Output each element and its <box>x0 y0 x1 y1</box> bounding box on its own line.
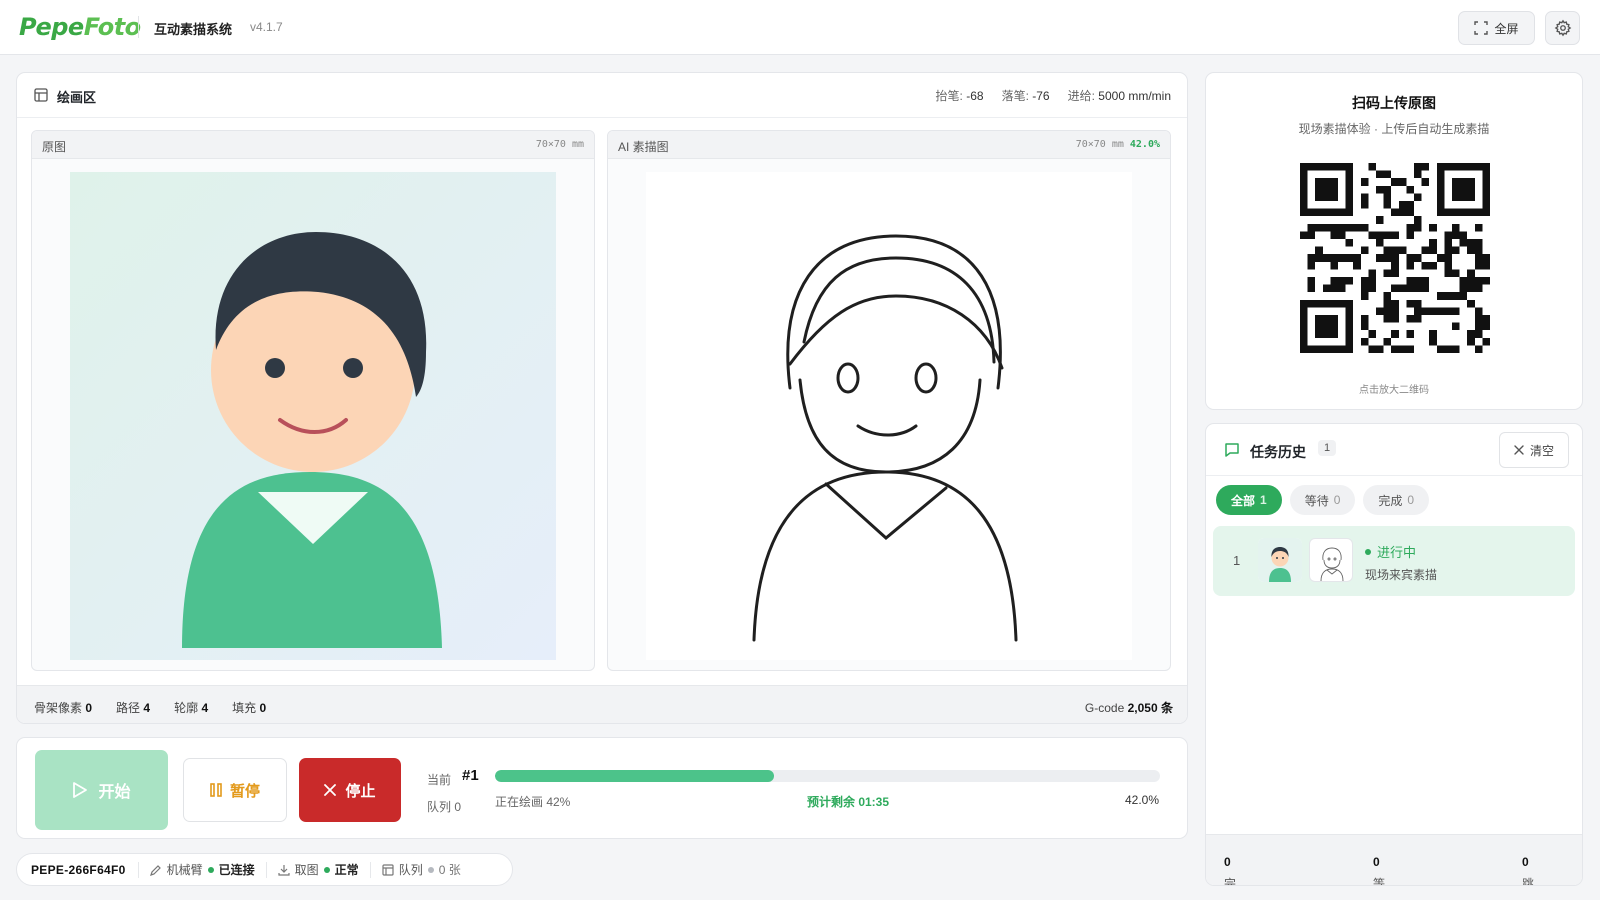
qr-title: 扫码上传原图 <box>1352 95 1436 111</box>
task-history-count: 1 <box>1318 440 1337 456</box>
app-title: 互动素描系统 <box>154 22 233 37</box>
pen-up-stat: 抬笔: -68 <box>935 89 984 103</box>
feed-rate-stat: 进给: 5000 mm/min <box>1067 89 1171 103</box>
fullscreen-button[interactable]: 全屏 <box>1458 11 1535 45</box>
qr-enlarge-hint[interactable]: 点击放大二维码 <box>1206 381 1582 396</box>
arm-status-dot <box>207 866 214 873</box>
contours-stat: 轮廓 4 <box>174 701 209 715</box>
play-icon <box>73 782 88 798</box>
gcode-stat: G-code 2,050 条 <box>1084 701 1173 715</box>
download-icon <box>278 864 290 876</box>
skeleton-pixels-stat: 骨架像素 0 <box>34 701 93 715</box>
progress-bar-fill <box>495 770 775 782</box>
task-description: 现场来宾素描 <box>1365 568 1438 582</box>
pen-stats: 抬笔: -68 落笔: -76 进给: 5000 mm/min <box>936 87 1171 104</box>
tab-done[interactable]: 完成 0 <box>1363 485 1430 515</box>
top-bar: PepeFoto 互动素描系统 v4.1.7 全屏 <box>0 0 1600 55</box>
pause-button[interactable]: 暂停 <box>183 758 287 822</box>
drawing-panel-footer: 骨架像素 0 路径 4 轮廓 4 填充 0 G-code 2,050 条 <box>17 685 1187 723</box>
skipped-count: 跳过 0 <box>1522 855 1535 886</box>
task-index: 1 <box>1233 553 1241 568</box>
device-status-bar: PEPE-266F64F0 机械臂 已连接 取图 正常 队列 0 张 <box>16 853 513 886</box>
device-id: PEPE-266F64F0 <box>31 862 126 877</box>
task-sketch-thumbnail <box>1309 538 1353 582</box>
drawing-panel: 绘画区 抬笔: -68 落笔: -76 进给: 5000 mm/min 原图 7… <box>16 72 1188 724</box>
pause-icon <box>210 783 222 797</box>
sketch-image-pane: AI 素描图 70×70 mm 42.0% <box>607 130 1171 671</box>
stop-button[interactable]: 停止 <box>299 758 401 822</box>
qr-code[interactable] <box>1300 163 1490 353</box>
queue-count: 队列 0 <box>427 800 462 814</box>
queue-status: 队列 0 张 <box>369 861 472 878</box>
clear-label: 清空 <box>1529 443 1554 458</box>
close-icon <box>324 784 337 796</box>
settings-button[interactable] <box>1545 11 1580 45</box>
task-history-footer: 完成 0 等待 0 跳过 0 <box>1206 834 1582 886</box>
sketch-pane-label: AI 素描图 <box>618 140 669 154</box>
pen-down-stat: 落笔: -76 <box>1001 89 1050 103</box>
start-label: 开始 <box>98 784 131 801</box>
pause-label: 暂停 <box>229 782 260 800</box>
app-logo: PepeFoto <box>19 13 141 41</box>
path-stats: 骨架像素 0 路径 4 轮廓 4 填充 0 <box>34 699 266 716</box>
fill-stat: 填充 0 <box>232 701 267 715</box>
layout-icon <box>34 88 48 102</box>
app-version: v4.1.7 <box>250 20 283 34</box>
fetch-status: 取图 正常 <box>265 861 370 878</box>
paths-stat: 路径 4 <box>116 701 151 715</box>
original-portrait-image <box>70 172 556 660</box>
waiting-count: 等待 0 <box>1373 855 1386 886</box>
chat-icon <box>1225 443 1239 457</box>
qr-upload-panel: 扫码上传原图 现场素描体验 · 上传后自动生成素描 点击放大二维码 <box>1205 72 1583 410</box>
progress-percent: 42.0% <box>1124 793 1159 807</box>
drawing-panel-header: 绘画区 抬笔: -68 落笔: -76 进给: 5000 mm/min <box>17 73 1187 118</box>
original-image-pane: 原图 70×70 mm <box>31 130 595 671</box>
task-status: 进行中 <box>1365 542 1416 561</box>
sketch-pane-meta: 70×70 mm 42.0% <box>1075 139 1160 150</box>
progress-status: 正在绘画 42% <box>495 795 571 809</box>
fetch-status-dot <box>323 866 330 873</box>
task-history-panel: 任务历史 1 清空 全部 1 等待 0 完成 0 1 进行中 现场来宾素描 完 … <box>1205 423 1583 886</box>
tab-all[interactable]: 全部 1 <box>1216 485 1282 515</box>
sketch-pane-header: AI 素描图 70×70 mm 42.0% <box>608 131 1170 159</box>
start-button[interactable]: 开始 <box>35 750 168 830</box>
arm-status: 机械臂 已连接 <box>137 861 266 878</box>
gear-icon <box>1554 19 1571 37</box>
stop-label: 停止 <box>345 782 376 800</box>
original-pane-size: 70×70 mm <box>535 139 584 150</box>
task-list-item[interactable]: 1 进行中 现场来宾素描 <box>1213 526 1575 596</box>
done-count: 完成 0 <box>1224 855 1237 886</box>
sketch-line-drawing <box>646 172 1132 660</box>
sketch-progress-percent: 42.0% <box>1129 139 1160 150</box>
task-original-thumbnail <box>1258 538 1302 582</box>
clear-history-button[interactable]: 清空 <box>1499 432 1569 468</box>
task-history-title: 任务历史 <box>1250 444 1306 460</box>
task-history-header: 任务历史 1 清空 <box>1206 424 1582 476</box>
original-pane-label: 原图 <box>42 140 67 154</box>
close-icon <box>1514 445 1524 455</box>
task-status-dot <box>1365 548 1371 555</box>
fullscreen-label: 全屏 <box>1494 21 1519 36</box>
queue-status-dot <box>427 866 434 873</box>
history-filter-tabs: 全部 1 等待 0 完成 0 <box>1216 485 1430 515</box>
tab-waiting[interactable]: 等待 0 <box>1289 485 1356 515</box>
progress-eta: 预计剩余 01:35 <box>807 795 890 809</box>
header-divider <box>138 16 139 38</box>
progress-bar <box>495 770 1160 782</box>
control-panel: 开始 暂停 停止 当前 #1 队列 0 正在绘画 42% 预计剩余 01:35 … <box>16 737 1188 839</box>
layout-icon <box>382 863 394 876</box>
drawing-panel-title: 绘画区 <box>57 90 97 105</box>
qr-subtitle: 现场素描体验 · 上传后自动生成素描 <box>1298 122 1490 136</box>
fullscreen-icon <box>1474 21 1489 35</box>
current-job-number: #1 <box>462 767 479 784</box>
current-job-label: 当前 <box>427 773 452 787</box>
original-pane-header: 原图 70×70 mm <box>32 131 594 159</box>
pencil-icon <box>149 864 161 876</box>
